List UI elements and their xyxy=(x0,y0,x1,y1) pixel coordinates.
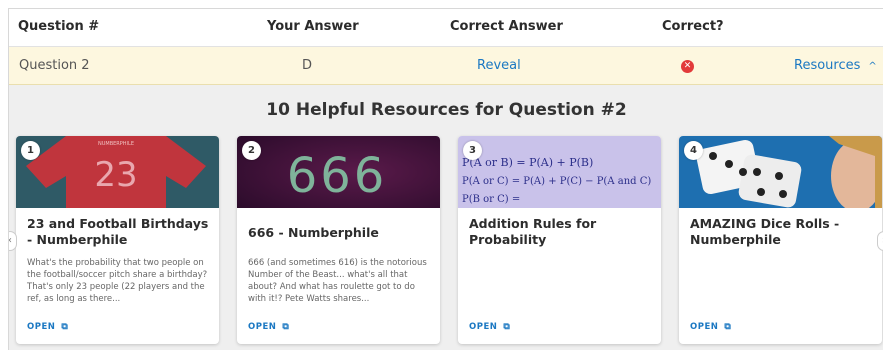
table-row: Question 2 D Reveal ✕ Resources ^ xyxy=(9,47,883,85)
card-description: What's the probability that two people o… xyxy=(27,258,208,304)
open-link[interactable]: OPEN ⧉ xyxy=(27,322,68,332)
resource-card[interactable]: 666 2 666 - Numberphile 666 (and sometim… xyxy=(237,136,440,344)
question-label: Question 2 xyxy=(19,58,90,73)
carousel-next-button[interactable]: › xyxy=(877,231,883,251)
reveal-link[interactable]: Reveal xyxy=(477,58,521,73)
resources-title: 10 Helpful Resources for Question #2 xyxy=(266,100,627,120)
thumb-666-text: 666 xyxy=(287,148,388,204)
your-answer-value: D xyxy=(302,58,313,73)
table-header: Question # Your Answer Correct Answer Co… xyxy=(9,9,883,47)
results-panel: Question # Your Answer Correct Answer Co… xyxy=(8,8,883,350)
card-number: 2 xyxy=(242,141,261,160)
resource-card[interactable]: 4 AMAZING Dice Rolls - Numberphile OPEN ⧉ xyxy=(679,136,882,344)
open-link[interactable]: OPEN ⧉ xyxy=(690,322,731,332)
resources-label: Resources xyxy=(794,58,861,73)
thumb-formula-text: P(A or B) = P(A) + P(B) xyxy=(462,156,593,169)
resource-card[interactable]: P(A or B) = P(A) + P(B) P(A or C) = P(A)… xyxy=(458,136,661,344)
header-question: Question # xyxy=(18,19,100,34)
open-label: OPEN xyxy=(469,322,498,332)
resource-thumbnail: 666 xyxy=(237,136,440,208)
svg-text:NUMBERPHILE: NUMBERPHILE xyxy=(98,141,134,147)
external-link-icon: ⧉ xyxy=(503,322,511,332)
card-number: 1 xyxy=(21,141,40,160)
thumb-23-text: 23 xyxy=(94,155,137,195)
chevron-left-icon: ‹ xyxy=(8,235,12,246)
header-correct: Correct? xyxy=(662,19,724,34)
card-title: Addition Rules for Probability xyxy=(469,216,597,247)
open-link[interactable]: OPEN ⧉ xyxy=(248,322,289,332)
open-link[interactable]: OPEN ⧉ xyxy=(469,322,510,332)
external-link-icon: ⧉ xyxy=(282,322,290,332)
svg-text:P(B or C) =: P(B or C) = xyxy=(462,194,520,205)
card-number: 3 xyxy=(463,141,482,160)
resources-toggle[interactable]: Resources ^ xyxy=(794,58,877,73)
open-label: OPEN xyxy=(690,322,719,332)
chevron-up-icon: ^ xyxy=(868,61,877,72)
resource-thumbnail: P(A or B) = P(A) + P(B) P(A or C) = P(A)… xyxy=(458,136,661,208)
resource-thumbnail: NUMBERPHILE 23 xyxy=(16,136,219,208)
header-your-answer: Your Answer xyxy=(267,19,359,34)
resource-thumbnail xyxy=(679,136,882,208)
open-label: OPEN xyxy=(248,322,277,332)
card-title: AMAZING Dice Rolls - Numberphile xyxy=(690,216,840,247)
card-title: 23 and Football Birthdays - Numberphile xyxy=(27,216,209,247)
external-link-icon: ⧉ xyxy=(61,322,69,332)
header-correct-answer: Correct Answer xyxy=(450,19,563,34)
resource-card[interactable]: NUMBERPHILE 23 1 23 and Football Birthda… xyxy=(16,136,219,344)
svg-text:P(A or C) = P(A) + P(C) − P(A: P(A or C) = P(A) + P(C) − P(A and C) xyxy=(462,176,651,187)
x-circle-icon: ✕ xyxy=(681,60,694,73)
carousel-prev-button[interactable]: ‹ xyxy=(8,231,17,251)
card-description: 666 (and sometimes 616) is the notorious… xyxy=(248,258,427,304)
external-link-icon: ⧉ xyxy=(724,322,732,332)
card-title: 666 - Numberphile xyxy=(248,225,379,240)
card-number: 4 xyxy=(684,141,703,160)
open-label: OPEN xyxy=(27,322,56,332)
